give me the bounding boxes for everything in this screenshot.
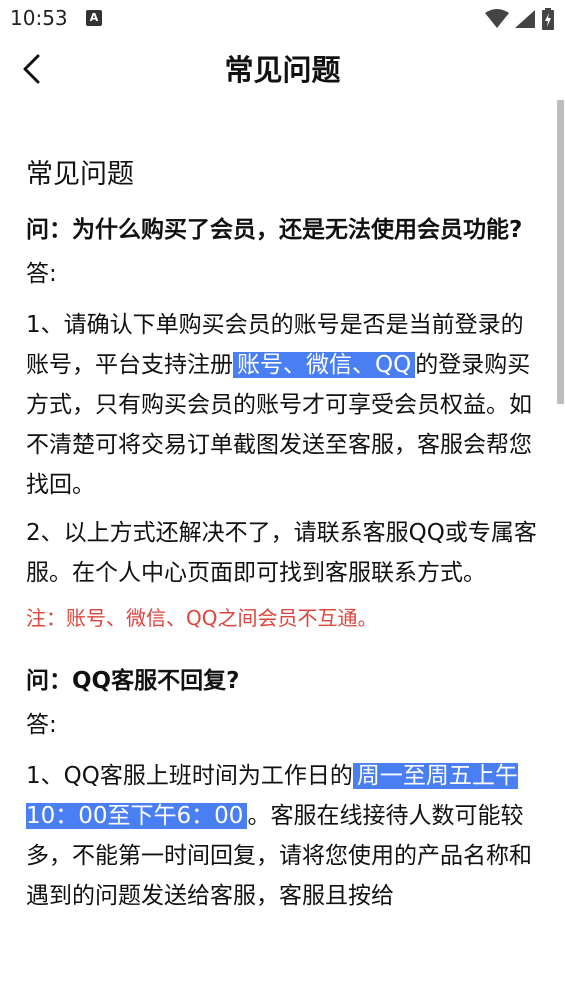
answer-label-1: 答: — [26, 261, 57, 287]
answer-2-text-a: 1、QQ客服上班时间为工作日的 — [26, 763, 353, 789]
question-2: 问：QQ客服不回复? — [26, 668, 240, 694]
app-bar: 常见问题 — [0, 38, 565, 102]
battery-icon — [542, 8, 554, 30]
notification-icon: A — [86, 10, 102, 26]
section-title: 常见问题 — [26, 159, 134, 190]
highlight-login-methods: 账号、微信、QQ — [233, 352, 416, 378]
status-bar: 10:53 A — [0, 0, 565, 38]
answer-1-paragraph-1: 1、请确认下单购买会员的账号是否是当前登录的账号，平台支持注册 账号、微信、QQ 的… — [26, 305, 546, 505]
answer-label-2: 答: — [26, 712, 57, 738]
faq-content: 常见问题 问：为什么购买了会员，还是无法使用会员功能? 答: 1、请确认下单购买… — [26, 150, 546, 924]
signal-icon — [514, 10, 535, 28]
question-1: 问：为什么购买了会员，还是无法使用会员功能? — [26, 217, 523, 243]
status-time: 10:53 — [10, 6, 68, 30]
page-title: 常见问题 — [224, 53, 341, 87]
note-text: 注：账号、微信、QQ之间会员不互通。 — [26, 606, 378, 630]
wifi-icon — [484, 9, 509, 28]
answer-1-paragraph-2: 2、以上方式还解决不了，请联系客服QQ或专属客服。在个人中心页面即可找到客服联系… — [26, 520, 537, 586]
scrollbar-thumb[interactable] — [557, 100, 564, 404]
status-icons — [484, 8, 555, 30]
answer-2-paragraph-1: 1、QQ客服上班时间为工作日的 周一至周五上午10：00至下午6：00 。客服在线接… — [26, 756, 546, 916]
